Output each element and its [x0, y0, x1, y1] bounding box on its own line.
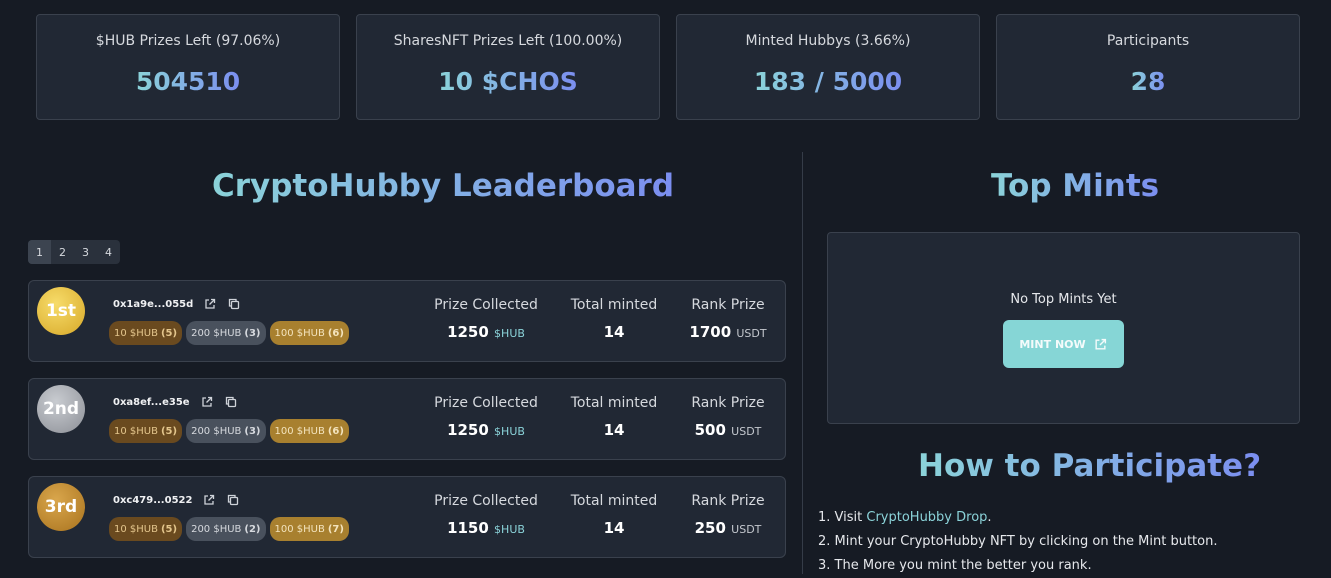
wallet-address: 0xc479...0522 [113, 494, 193, 506]
total-minted-header: Total minted [570, 493, 658, 509]
stat-value: 504510 [135, 67, 241, 96]
copy-icon[interactable] [227, 297, 241, 311]
stat-label: Minted Hubbys (3.66%) [745, 33, 911, 49]
stat-label: Participants [1106, 33, 1190, 49]
address-line: 0xa8ef...e35e [113, 395, 238, 409]
stat-value: 10 $CHOS [438, 67, 578, 96]
prize-collected-col: Prize Collected 1250 $HUB [429, 395, 543, 439]
external-link-icon[interactable] [203, 297, 217, 311]
copy-icon[interactable] [226, 493, 240, 507]
prize-collected-col: Prize Collected 1250 $HUB [429, 297, 543, 341]
total-minted-value: 14 [603, 519, 625, 537]
cryptohubby-drop-link[interactable]: CryptoHubby Drop [866, 510, 987, 525]
total-minted-header: Total minted [570, 395, 658, 411]
page-button-1[interactable]: 1 [28, 240, 51, 264]
prize-badge: 10 $HUB (5) [109, 321, 183, 345]
wallet-address: 0x1a9e...055d [113, 298, 194, 310]
prize-badges: 10 $HUB (5) 200 $HUB (3) 100 $HUB (6) [109, 419, 349, 443]
prize-badge: 10 $HUB (5) [109, 419, 183, 443]
page-button-2[interactable]: 2 [51, 240, 74, 264]
prize-collected-value: 1150 $HUB [447, 519, 525, 537]
how-to-participate-title: How to Participate? [918, 448, 1262, 484]
stat-hub-prizes: $HUB Prizes Left (97.06%) 504510 [36, 14, 340, 120]
rank-prize-value: 250 USDT [694, 519, 762, 537]
rank-medal: 1st [37, 287, 85, 335]
total-minted-header: Total minted [570, 297, 658, 313]
prize-collected-header: Prize Collected [434, 493, 538, 509]
total-minted-value: 14 [603, 421, 625, 439]
leaderboard-row: 1st 0x1a9e...055d 10 $HUB (5) 200 $HUB (3)… [28, 280, 786, 362]
page-button-4[interactable]: 4 [97, 240, 120, 264]
external-link-icon[interactable] [200, 395, 214, 409]
step-1: 1. Visit CryptoHubby Drop. [818, 510, 992, 525]
leaderboard-title: CryptoHubby Leaderboard [212, 168, 675, 204]
prize-badges: 10 $HUB (5) 200 $HUB (3) 100 $HUB (6) [109, 321, 349, 345]
prize-badge: 200 $HUB (3) [186, 321, 266, 345]
total-minted-value: 14 [603, 323, 625, 341]
stat-value: 183 / 5000 [753, 67, 903, 96]
prize-badge: 100 $HUB (6) [269, 419, 349, 443]
rank-prize-value: 1700 USDT [689, 323, 767, 341]
step-2: 2. Mint your CryptoHubby NFT by clicking… [818, 534, 1218, 549]
prize-badge: 200 $HUB (3) [186, 419, 266, 443]
external-link-icon[interactable] [202, 493, 216, 507]
external-link-icon [1094, 337, 1108, 351]
rank-prize-header: Rank Prize [691, 297, 765, 313]
stat-label: SharesNFT Prizes Left (100.00%) [393, 33, 623, 49]
empty-state-text: No Top Mints Yet [1010, 292, 1117, 307]
prize-badge: 10 $HUB (5) [109, 517, 183, 541]
prize-collected-value: 1250 $HUB [447, 421, 525, 439]
leaderboard-row: 2nd 0xa8ef...e35e 10 $HUB (5) 200 $HUB (3)… [28, 378, 786, 460]
page-button-3[interactable]: 3 [74, 240, 97, 264]
prize-badge: 100 $HUB (7) [269, 517, 349, 541]
top-mints-title: Top Mints [991, 168, 1160, 204]
stat-minted-hubbys: Minted Hubbys (3.66%) 183 / 5000 [676, 14, 980, 120]
stat-shares-prizes: SharesNFT Prizes Left (100.00%) 10 $CHOS [356, 14, 660, 120]
address-line: 0x1a9e...055d [113, 297, 241, 311]
prize-badge: 200 $HUB (2) [186, 517, 266, 541]
step-3: 3. The More you mint the better you rank… [818, 558, 1092, 573]
stats-bar: $HUB Prizes Left (97.06%) 504510 SharesN… [36, 14, 1300, 120]
mint-now-label: MINT NOW [1019, 337, 1086, 351]
wallet-address: 0xa8ef...e35e [113, 396, 190, 408]
rank-prize-col: Rank Prize 500 USDT [683, 395, 773, 439]
prize-badges: 10 $HUB (5) 200 $HUB (2) 100 $HUB (7) [109, 517, 349, 541]
total-minted-col: Total minted 14 [567, 395, 661, 439]
prize-collected-value: 1250 $HUB [447, 323, 525, 341]
stat-label: $HUB Prizes Left (97.06%) [95, 33, 281, 49]
column-divider [802, 152, 803, 574]
top-mints-panel: No Top Mints Yet MINT NOW [827, 232, 1300, 424]
address-line: 0xc479...0522 [113, 493, 240, 507]
rank-medal: 3rd [37, 483, 85, 531]
prize-collected-header: Prize Collected [434, 297, 538, 313]
pagination: 1 2 3 4 [28, 240, 120, 264]
rank-medal: 2nd [37, 385, 85, 433]
rank-prize-col: Rank Prize 1700 USDT [683, 297, 773, 341]
mint-now-button[interactable]: MINT NOW [1003, 320, 1124, 368]
stat-participants: Participants 28 [996, 14, 1300, 120]
total-minted-col: Total minted 14 [567, 297, 661, 341]
rank-prize-header: Rank Prize [691, 493, 765, 509]
stat-value: 28 [1130, 67, 1166, 96]
rank-prize-col: Rank Prize 250 USDT [683, 493, 773, 537]
prize-collected-col: Prize Collected 1150 $HUB [429, 493, 543, 537]
copy-icon[interactable] [224, 395, 238, 409]
rank-prize-value: 500 USDT [694, 421, 762, 439]
total-minted-col: Total minted 14 [567, 493, 661, 537]
prize-badge: 100 $HUB (6) [269, 321, 349, 345]
participate-steps: 1. Visit CryptoHubby Drop. 2. Mint your … [818, 506, 1217, 578]
rank-prize-header: Rank Prize [691, 395, 765, 411]
prize-collected-header: Prize Collected [434, 395, 538, 411]
leaderboard-row: 3rd 0xc479...0522 10 $HUB (5) 200 $HUB (2)… [28, 476, 786, 558]
